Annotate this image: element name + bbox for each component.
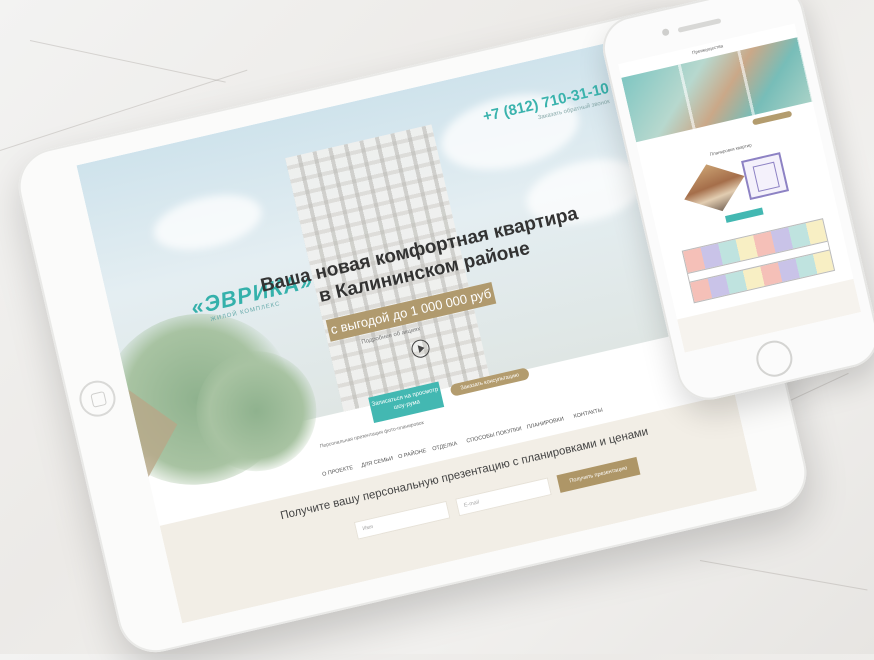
name-input[interactable]: Имя xyxy=(353,500,451,540)
phone-home-button[interactable] xyxy=(752,337,796,381)
nav-item-district[interactable]: О РАЙОНЕ xyxy=(398,448,427,460)
email-input[interactable]: E-mail xyxy=(455,477,552,517)
nav-item-plans[interactable]: ПЛАНИРОВКИ xyxy=(526,416,564,430)
marble-vein xyxy=(699,560,868,591)
get-presentation-button[interactable]: Получить презентацию xyxy=(556,456,641,493)
phone-camera xyxy=(661,28,670,37)
nav-item-purchase[interactable]: СПОСОБЫ ПОКУПКИ xyxy=(466,426,522,445)
phone-gallery[interactable] xyxy=(621,37,813,143)
nav-item-family[interactable]: ДЛЯ СЕМЬИ xyxy=(361,456,394,469)
cloud xyxy=(148,185,267,260)
phone-teal-button[interactable] xyxy=(725,207,764,223)
nav-item-about[interactable]: О ПРОЕКТЕ xyxy=(322,465,354,478)
nav-item-finishing[interactable]: ОТДЕЛКА xyxy=(432,441,458,453)
tablet-home-button[interactable] xyxy=(75,377,120,421)
phone-plan-2d-image xyxy=(741,152,790,201)
nav-item-contacts[interactable]: КОНТАКТЫ xyxy=(573,407,603,420)
phone-speaker xyxy=(677,18,722,33)
phone-plan-3d-image xyxy=(684,164,745,212)
marble-vein xyxy=(29,40,226,83)
